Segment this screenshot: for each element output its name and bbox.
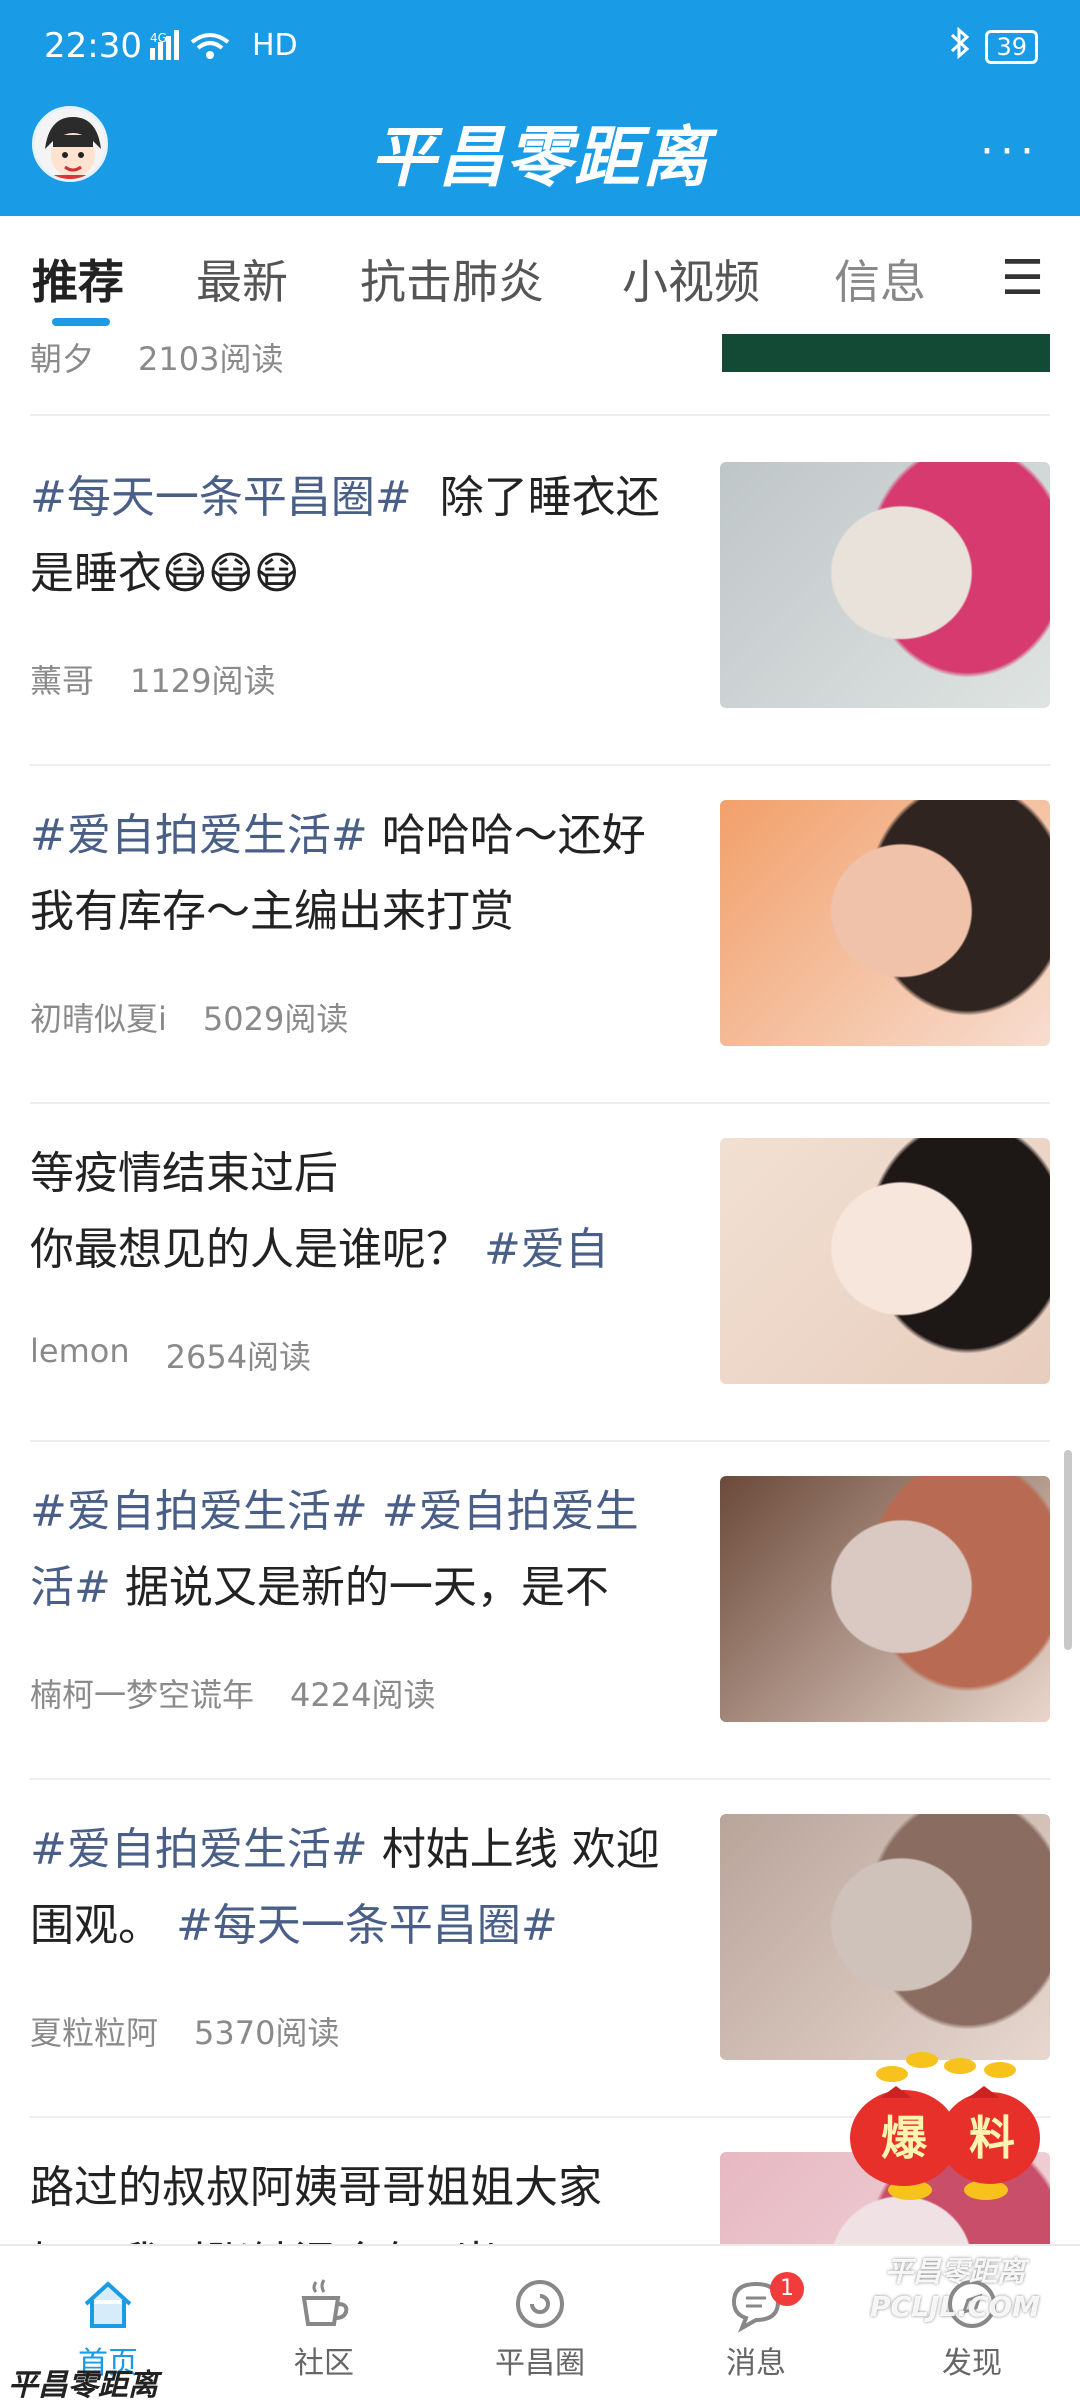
header: 22:30 4G HD 39 平昌零距离 ···	[0, 0, 1080, 216]
item-meta: 薰哥 1129阅读	[30, 656, 275, 702]
item-title: #爱自拍爱生活# 哈哈哈～还好我有库存～主编出来打赏	[30, 798, 670, 958]
baoliao-icon: 爆 料	[850, 2052, 1040, 2200]
signal-icon: 4G	[148, 28, 244, 69]
nav-messages-label: 消息	[726, 2346, 786, 2381]
status-time: 22:30	[44, 26, 142, 66]
battery-icon: 39	[985, 30, 1038, 64]
nav-messages[interactable]: 消息 1	[648, 2246, 864, 2400]
app-title: 平昌零距离	[370, 119, 710, 196]
message-badge: 1	[770, 2272, 804, 2306]
item-title: 等疫情结束过后 你最想见的人是谁呢？ #爱自	[30, 1136, 670, 1296]
tab-info[interactable]: 信息	[834, 246, 926, 312]
feed-item[interactable]: #爱自拍爱生活# #爱自拍爱生活# 据说又是新的一天，是不楠柯一梦空谎年 4224…	[0, 1474, 1080, 1812]
item-meta: 初晴似夏i 5029阅读	[30, 994, 348, 1040]
home-icon	[84, 2281, 132, 2328]
divider	[30, 1778, 1050, 1780]
watermark-text: 平昌零距离	[8, 2368, 158, 2400]
divider	[30, 414, 1050, 416]
item-title: #爱自拍爱生活# 村姑上线 欢迎围观。 #每天一条平昌圈#	[30, 1812, 670, 1972]
tab-bar: 推荐 最新 抗击肺炎 小视频 信息 ☰	[0, 216, 1080, 334]
item-hashtag[interactable]: #爱自拍爱生活#	[30, 1824, 368, 1875]
item-thumbnail[interactable]	[720, 1814, 1050, 2060]
tab-recommend[interactable]: 推荐	[32, 246, 124, 312]
tab-indicator	[52, 318, 110, 326]
item-author: lemon	[30, 1332, 130, 1370]
scrollbar[interactable]	[1064, 1450, 1072, 1650]
item-hashtag[interactable]: #爱自拍爱生活#	[30, 810, 368, 861]
feed-item[interactable]: #爱自拍爱生活# 哈哈哈～还好我有库存～主编出来打赏初晴似夏i 5029阅读	[0, 798, 1080, 1136]
item-reads: 5029阅读	[202, 1000, 349, 1038]
item-thumbnail[interactable]	[720, 1476, 1050, 1722]
feed-item[interactable]: 等疫情结束过后 你最想见的人是谁呢？ #爱自 lemon 2654阅读	[0, 1136, 1080, 1474]
item-author: 朝夕	[30, 340, 95, 378]
item-thumbnail[interactable]	[720, 1138, 1050, 1384]
item-title-text: 等疫情结束过后 你最想见的人是谁呢？	[30, 1148, 470, 1275]
network-label: HD	[252, 28, 298, 63]
feed-item-partial[interactable]: 朝夕 2103阅读	[0, 334, 1080, 416]
status-bar: 22:30 4G HD 39	[0, 0, 1080, 96]
baoliao-char-2: 料	[969, 2111, 1015, 2165]
item-thumbnail[interactable]	[720, 462, 1050, 708]
item-title-text: 据说又是新的一天，是不	[110, 1562, 609, 1613]
item-meta: lemon 2654阅读	[30, 1332, 311, 1378]
divider	[30, 1102, 1050, 1104]
item-reads: 2103阅读	[138, 340, 284, 378]
menu-icon[interactable]: ☰	[1001, 250, 1044, 306]
feed-list[interactable]: 朝夕 2103阅读 #每天一条平昌圈# 除了睡衣还是睡衣😷😷😷 薰哥 1129阅读 #…	[0, 334, 1080, 2244]
item-author: 初晴似夏i	[30, 1000, 167, 1038]
item-title-text: 路过的叔叔阿姨哥哥姐姐大家好，我叫张钟涵今年2岁了	[30, 2162, 602, 2244]
more-button[interactable]: ···	[980, 126, 1040, 177]
coffee-cup-icon	[301, 2279, 349, 2326]
item-meta: 楠柯一梦空谎年 4224阅读	[30, 1670, 435, 1716]
nav-community-label: 社区	[294, 2346, 354, 2381]
item-reads: 5370阅读	[194, 2014, 340, 2052]
feed-item[interactable]: #每天一条平昌圈# 除了睡衣还是睡衣😷😷😷 薰哥 1129阅读	[0, 460, 1080, 798]
item-thumbnail	[722, 334, 1050, 372]
item-thumbnail[interactable]	[720, 800, 1050, 1046]
item-reads: 2654阅读	[165, 1338, 312, 1376]
app-bar: 平昌零距离 ···	[0, 96, 1080, 216]
item-reads: 4224阅读	[290, 1676, 436, 1714]
item-author: 楠柯一梦空谎年	[30, 1676, 255, 1714]
divider	[30, 764, 1050, 766]
nav-pingchang-circle[interactable]: 平昌圈	[432, 2246, 648, 2400]
baoliao-char-1: 爆	[881, 2111, 928, 2165]
item-hashtag[interactable]: #每天一条平昌圈#	[30, 472, 412, 523]
item-author: 夏粒粒阿	[30, 2014, 159, 2052]
item-meta: 夏粒粒阿 5370阅读	[30, 2008, 339, 2054]
divider	[30, 1440, 1050, 1442]
nav-pingchang-circle-label: 平昌圈	[495, 2346, 585, 2381]
item-title: 路过的叔叔阿姨哥哥姐姐大家好，我叫张钟涵今年2岁了	[30, 2150, 670, 2244]
item-reads: 1129阅读	[130, 662, 276, 700]
tab-latest[interactable]: 最新	[196, 246, 288, 312]
item-hashtag[interactable]: #爱自	[484, 1224, 609, 1275]
tab-short-video[interactable]: 小视频	[622, 246, 760, 312]
bluetooth-icon	[949, 26, 971, 68]
item-hashtag[interactable]: #每天一条平昌圈#	[176, 1900, 558, 1951]
item-author: 薰哥	[30, 662, 95, 700]
app-screen: 22:30 4G HD 39 平昌零距离 ··· 推荐 最新 抗击肺炎 小视频 …	[0, 0, 1080, 2400]
circle-icon	[516, 2280, 564, 2328]
baoliao-float-button[interactable]: 爆 料	[840, 2030, 1050, 2210]
item-title: #爱自拍爱生活# #爱自拍爱生活# 据说又是新的一天，是不	[30, 1474, 670, 1634]
nav-discover-label: 发现	[942, 2346, 1002, 2381]
nav-community[interactable]: 社区	[216, 2246, 432, 2400]
watermark-logo: 平昌零距离 PCLJL.COM	[870, 2255, 1041, 2323]
status-right: 39	[949, 26, 1038, 68]
item-title: #每天一条平昌圈# 除了睡衣还是睡衣😷😷😷	[30, 460, 670, 620]
tab-fight-pneumonia[interactable]: 抗击肺炎	[360, 246, 544, 312]
